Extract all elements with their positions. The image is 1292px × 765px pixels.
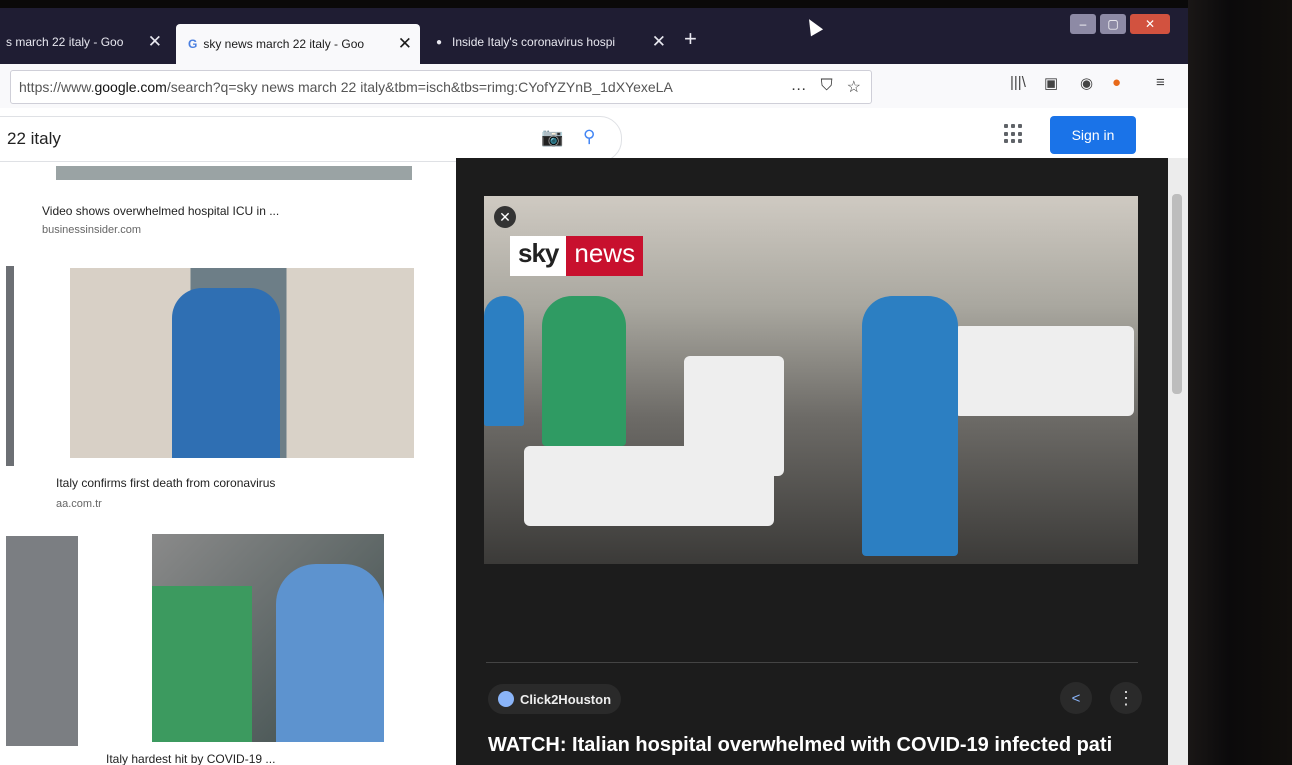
pocket-icon[interactable]: ⛉ — [821, 77, 833, 97]
result-source: aa.com.tr — [56, 498, 102, 510]
tab-1-close-icon[interactable]: ✕ — [148, 32, 162, 52]
staff-figure — [862, 296, 958, 556]
star-icon[interactable]: ☆ — [847, 77, 861, 97]
result-caption[interactable]: Video shows overwhelmed hospital ICU in … — [42, 204, 279, 218]
address-bar[interactable]: https://www.google.com/search?q=sky news… — [10, 70, 872, 104]
camera-icon[interactable]: 📷 — [541, 127, 563, 148]
result-caption[interactable]: Italy confirms first death from coronavi… — [56, 476, 275, 490]
result-image-figure — [276, 564, 384, 742]
tab-bar: s march 22 italy - Goo ✕ G sky news marc… — [0, 8, 1188, 64]
url-prefix: https://www. — [19, 79, 95, 95]
result-image-figure — [172, 288, 280, 458]
result-thumbnail[interactable] — [6, 536, 78, 746]
result-image-figure — [152, 586, 252, 742]
page-scrollbar[interactable] — [1168, 158, 1188, 765]
navigation-bar: https://www.google.com/search?q=sky news… — [0, 64, 1188, 109]
search-input[interactable]: 22 italy — [7, 129, 61, 149]
url-path: /search?q=sky news march 22 italy&tbm=is… — [166, 79, 673, 95]
search-icon[interactable]: ⚲ — [583, 127, 595, 147]
logo-news: news — [566, 236, 644, 276]
sign-in-button[interactable]: Sign in — [1050, 116, 1136, 154]
window-controls: – ▢ ✕ — [1070, 14, 1170, 36]
sidebar-icon[interactable]: ▣ — [1044, 74, 1058, 92]
search-box[interactable]: 22 italy 📷 ⚲ — [0, 116, 622, 162]
tab-2-close-icon[interactable]: ✕ — [398, 34, 412, 54]
tab-2[interactable]: G sky news march 22 italy - Goo ✕ — [176, 24, 420, 64]
browser-window: s march 22 italy - Goo ✕ G sky news marc… — [0, 8, 1188, 765]
extension-icon[interactable]: ● — [1112, 74, 1121, 91]
maximize-button[interactable]: ▢ — [1100, 14, 1126, 34]
hospital-bed — [954, 326, 1134, 416]
image-preview-panel: ✕ sky news Click2Houston < ⋮ WATCH: Ital… — [456, 158, 1168, 765]
monitor-bezel-top — [0, 0, 1292, 8]
image-results: Video shows overwhelmed hospital ICU in … — [0, 166, 456, 765]
logo-sky: sky — [510, 236, 567, 276]
hospital-bed — [684, 356, 784, 476]
menu-icon[interactable]: ≡ — [1156, 74, 1165, 91]
page-actions-icon[interactable]: … — [791, 77, 807, 97]
result-source: businessinsider.com — [42, 224, 142, 236]
result-thumbnail[interactable] — [6, 266, 14, 466]
source-link[interactable]: Click2Houston — [488, 684, 622, 714]
url-text[interactable]: https://www.google.com/search?q=sky news… — [11, 79, 791, 95]
divider — [486, 662, 1138, 663]
tab-3-label: Inside Italy's coronavirus hospi — [452, 35, 616, 49]
minimize-button[interactable]: – — [1070, 14, 1096, 34]
result-thumbnail[interactable] — [56, 166, 412, 180]
preview-title[interactable]: WATCH: Italian hospital overwhelmed with… — [488, 734, 1112, 757]
close-window-button[interactable]: ✕ — [1130, 14, 1170, 34]
staff-figure — [542, 296, 626, 446]
mouse-cursor-icon — [802, 15, 824, 37]
new-tab-button[interactable]: + — [684, 26, 697, 52]
source-name: Click2Houston — [520, 691, 612, 707]
tab-1-label: s march 22 italy - Goo — [6, 35, 124, 49]
google-favicon-icon: G — [188, 37, 198, 51]
tab-2-label: sky news march 22 italy - Goo — [203, 37, 365, 51]
monitor-bezel-right — [1188, 0, 1292, 765]
account-icon[interactable]: ◉ — [1080, 74, 1093, 92]
tab-3[interactable]: ● Inside Italy's coronavirus hospi ✕ — [424, 22, 674, 62]
close-preview-button[interactable]: ✕ — [494, 206, 516, 228]
sky-news-logo: sky news — [510, 236, 644, 276]
scrollbar-thumb[interactable] — [1172, 194, 1182, 394]
url-domain: google.com — [94, 79, 167, 95]
tab-3-close-icon[interactable]: ✕ — [652, 32, 666, 52]
result-caption[interactable]: Italy hardest hit by COVID-19 ... — [106, 752, 275, 765]
globe-icon — [498, 691, 514, 707]
staff-figure — [484, 296, 524, 426]
apps-grid-icon[interactable] — [1004, 124, 1024, 144]
share-button[interactable]: < — [1060, 682, 1092, 714]
tab-1[interactable]: s march 22 italy - Goo ✕ — [0, 22, 170, 62]
more-options-button[interactable]: ⋮ — [1110, 682, 1142, 714]
tab-3-loading-icon: ● — [436, 36, 443, 48]
library-icon[interactable]: |||\ — [1010, 74, 1026, 91]
